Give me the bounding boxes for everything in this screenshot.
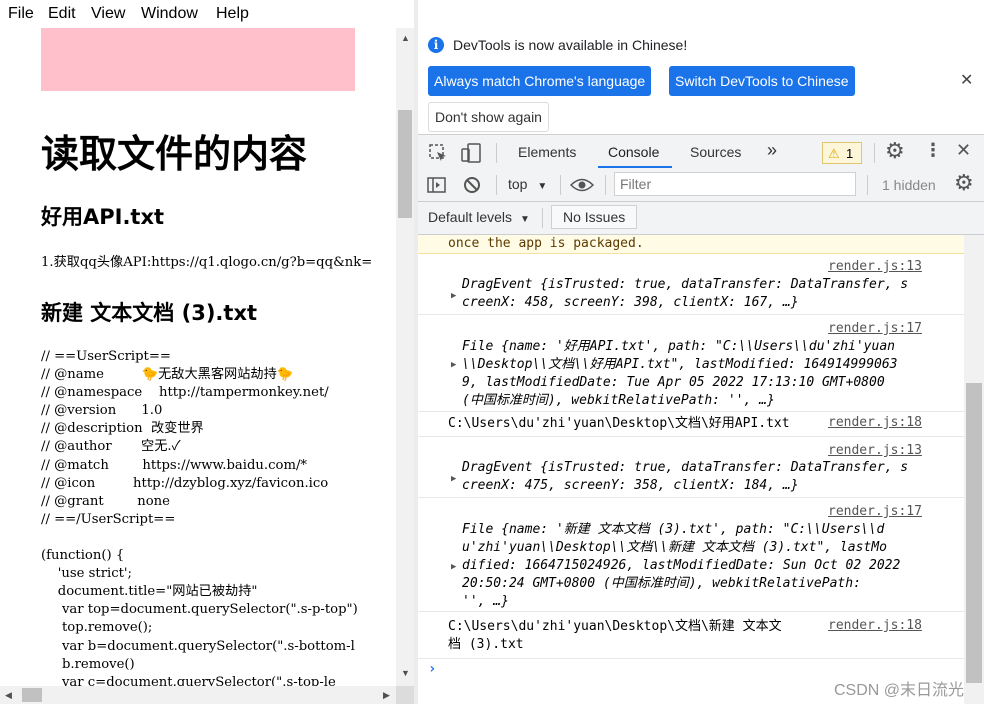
- close-devtools-icon[interactable]: ✕: [956, 140, 971, 161]
- issues-button[interactable]: No Issues: [551, 205, 638, 229]
- filter-input[interactable]: Filter: [614, 172, 856, 196]
- more-tabs-icon[interactable]: »: [767, 140, 777, 161]
- switch-to-chinese-button[interactable]: Switch DevTools to Chinese: [669, 66, 855, 96]
- expand-triangle-icon[interactable]: ▶: [451, 291, 456, 301]
- script-line: // @namespace http://tampermonkey.net/: [41, 385, 329, 401]
- watermark: CSDN @末日流光: [834, 682, 965, 699]
- device-toolbar-icon[interactable]: [460, 142, 482, 164]
- source-link[interactable]: render.js:18: [828, 415, 922, 430]
- hidden-count: 1 hidden: [882, 177, 936, 193]
- script-line: (function() {: [41, 548, 125, 564]
- source-link[interactable]: render.js:17: [828, 504, 922, 519]
- menu-bar: File Edit View Window Help: [0, 0, 418, 28]
- active-tab-indicator: [598, 166, 672, 168]
- menu-file[interactable]: File: [8, 5, 34, 23]
- script-line: // @author 空无.✓: [41, 439, 181, 455]
- script-line: // @name 🐤无敌大黑客网站劫持🐤: [41, 367, 294, 383]
- clear-console-icon[interactable]: [463, 176, 481, 194]
- menu-help[interactable]: Help: [216, 5, 249, 23]
- file2-content: // ==UserScript== // @name 🐤无敌大黑客网站劫持🐤 // …: [41, 348, 358, 686]
- warning-badge[interactable]: ⚠ 1: [822, 142, 862, 164]
- script-line: [41, 529, 358, 547]
- sidebar-toggle-icon[interactable]: [427, 176, 447, 194]
- warning-icon: ⚠: [828, 146, 840, 161]
- page-vertical-scrollbar[interactable]: ▲ ▼: [396, 28, 414, 686]
- script-line: // ==UserScript==: [41, 349, 171, 364]
- script-line: // ==/UserScript==: [41, 511, 176, 527]
- info-icon: i: [428, 37, 444, 53]
- menu-view[interactable]: View: [91, 5, 125, 23]
- script-line: // @icon http://dzyblog.xyz/favicon.ico: [41, 475, 329, 491]
- settings-gear-icon[interactable]: ⚙: [885, 138, 905, 164]
- script-line: // @version 1.0: [41, 403, 163, 419]
- page-content: 读取文件的内容 好用API.txt 1.获取qq头像API:https://q1…: [0, 28, 396, 686]
- script-line: var top=document.querySelector(".s-p-top…: [41, 602, 358, 618]
- levels-toolbar: Default levels ▼ No Issues: [418, 202, 984, 235]
- console-prompt-icon[interactable]: ›: [428, 661, 436, 677]
- console-warning-message: once the app is packaged.: [418, 235, 964, 254]
- menu-edit[interactable]: Edit: [48, 5, 76, 23]
- file1-content: 1.获取qq头像API:https://q1.qlogo.cn/g?b=qq&n…: [41, 255, 373, 270]
- file1-title: 好用API.txt: [41, 205, 165, 229]
- devtools-panel: i DevTools is now available in Chinese! …: [418, 28, 984, 704]
- page-horizontal-scrollbar[interactable]: ◀ ▶: [0, 686, 414, 704]
- more-options-icon[interactable]: ⋮: [924, 140, 942, 161]
- scroll-thumb[interactable]: [22, 688, 42, 702]
- expand-triangle-icon[interactable]: ▶: [451, 360, 456, 370]
- script-line: var c=document.querySelector(".s-top-le: [41, 674, 336, 686]
- dont-show-again-button[interactable]: Don't show again: [428, 102, 549, 132]
- console-message: render.js:17 ▶ File {name: '新建 文本文档 (3).…: [418, 498, 964, 612]
- tab-console[interactable]: Console: [608, 144, 659, 160]
- console-message: render.js:17 ▶ File {name: '好用API.txt', …: [418, 315, 964, 412]
- scroll-thumb[interactable]: [966, 383, 982, 683]
- source-link[interactable]: render.js:18: [828, 618, 922, 633]
- language-infobar: i DevTools is now available in Chinese! …: [418, 28, 984, 134]
- chevron-down-icon: ▼: [537, 181, 548, 192]
- close-icon[interactable]: ✕: [960, 70, 973, 90]
- chevron-down-icon: ▼: [519, 214, 530, 225]
- console-message: render.js:13 ▶ DragEvent {isTrusted: tru…: [418, 254, 964, 315]
- expand-triangle-icon[interactable]: ▶: [451, 474, 456, 484]
- match-language-button[interactable]: Always match Chrome's language: [428, 66, 652, 96]
- console-toolbar: top ▼ Filter 1 hidden ⚙: [418, 169, 984, 202]
- infobar-message: DevTools is now available in Chinese!: [453, 37, 688, 53]
- script-line: document.title="网站已被劫持": [41, 584, 258, 600]
- scroll-thumb[interactable]: [398, 110, 412, 218]
- source-link[interactable]: render.js:17: [828, 321, 922, 336]
- eye-icon[interactable]: [570, 177, 594, 193]
- page-title: 读取文件的内容: [41, 132, 308, 176]
- devtools-tabbar: Elements Console Sources » ⚠ 1 ⚙ ⋮ ✕: [418, 134, 984, 170]
- menu-window[interactable]: Window: [141, 5, 198, 23]
- log-levels-dropdown[interactable]: Default levels ▼: [428, 209, 530, 225]
- drop-zone[interactable]: [41, 28, 355, 91]
- script-line: 'use strict';: [41, 566, 132, 582]
- tab-elements[interactable]: Elements: [518, 144, 576, 160]
- console-scrollbar[interactable]: [964, 235, 984, 704]
- source-link[interactable]: render.js:13: [828, 443, 922, 458]
- script-line: b.remove(): [41, 656, 135, 672]
- script-line: // @match https://www.baidu.com/*: [41, 457, 307, 473]
- inspect-element-icon[interactable]: [428, 143, 448, 163]
- source-link[interactable]: render.js:13: [828, 259, 922, 274]
- console-settings-gear-icon[interactable]: ⚙: [954, 170, 974, 196]
- console-output: once the app is packaged. render.js:13 ▶…: [418, 235, 964, 704]
- context-selector[interactable]: top ▼: [508, 176, 547, 192]
- script-line: // @grant none: [41, 493, 170, 509]
- script-line: top.remove();: [41, 620, 153, 636]
- console-message: render.js:13 ▶ DragEvent {isTrusted: tru…: [418, 437, 964, 498]
- console-message: C:\Users\du'zhi'yuan\Desktop\文档\新建 文本文 档…: [418, 612, 964, 659]
- file2-title: 新建 文本文档 (3).txt: [41, 301, 258, 325]
- expand-triangle-icon[interactable]: ▶: [451, 562, 456, 572]
- tab-sources[interactable]: Sources: [690, 144, 741, 160]
- script-line: // @description 改变世界: [41, 421, 204, 437]
- script-line: var b=document.querySelector(".s-bottom-…: [41, 638, 355, 654]
- console-message: C:\Users\du'zhi'yuan\Desktop\文档\好用API.tx…: [418, 412, 964, 437]
